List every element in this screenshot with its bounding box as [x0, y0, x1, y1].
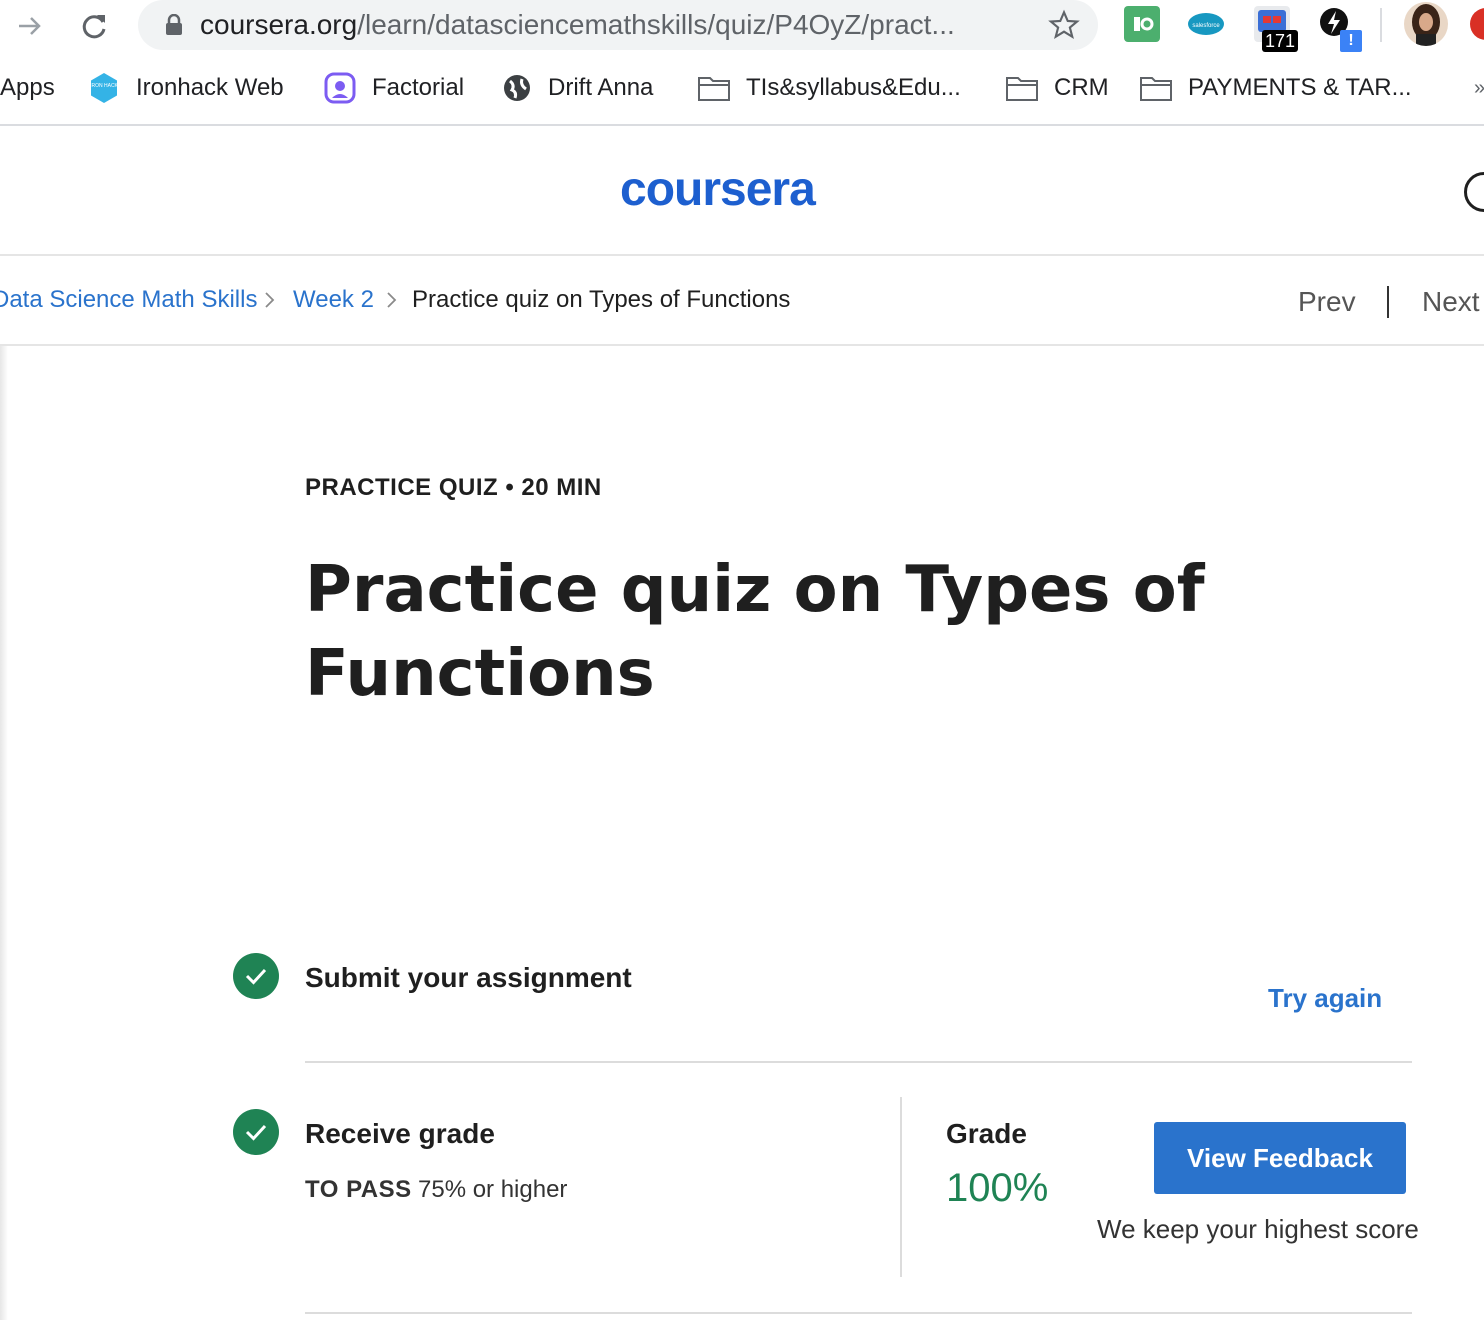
- bookmark-label: TIs&syllabus&Edu...: [746, 74, 961, 101]
- lock-icon: [164, 13, 184, 36]
- forward-icon[interactable]: [10, 6, 50, 46]
- folder-icon: [1140, 75, 1172, 101]
- pass-label: TO PASS: [305, 1176, 412, 1203]
- chevron-right-icon: [386, 290, 398, 316]
- bookmark-label: Drift Anna: [548, 74, 654, 101]
- url-text: coursera.org/learn/datasciencemathskills…: [200, 9, 955, 40]
- coursera-logo[interactable]: coursera: [620, 162, 816, 217]
- prev-next-divider: [1387, 286, 1389, 318]
- grade-divider: [900, 1097, 902, 1277]
- breadcrumb-current: Practice quiz on Types of Functions: [412, 286, 791, 313]
- bookmark-star-icon[interactable]: [1048, 9, 1080, 46]
- bookmark-ironhack-web[interactable]: IRON HACK Ironhack Web: [88, 62, 284, 114]
- pushbullet-extension-icon[interactable]: [1124, 6, 1160, 42]
- bookmarks-overflow-button[interactable]: »: [1474, 62, 1484, 114]
- grade-step-title: Receive grade: [305, 1118, 495, 1149]
- breadcrumb-divider: [0, 344, 1484, 346]
- bookmark-apps[interactable]: Apps: [0, 62, 55, 114]
- profile-avatar[interactable]: [1404, 2, 1448, 46]
- salesforce-extension-icon[interactable]: salesforce: [1186, 6, 1224, 42]
- bottom-divider: [305, 1312, 1412, 1314]
- ironhack-icon: IRON HACK: [88, 72, 120, 104]
- svg-text:IRON HACK: IRON HACK: [90, 83, 118, 89]
- submit-step-title: Submit your assignment: [305, 962, 632, 993]
- address-bar[interactable]: coursera.org/learn/datasciencemathskills…: [138, 0, 1098, 50]
- bookmark-label: Ironhack Web: [136, 74, 284, 101]
- next-button[interactable]: Next: [1422, 286, 1480, 318]
- grade-label: Grade: [946, 1118, 1027, 1149]
- highest-score-note: We keep your highest score: [1097, 1214, 1419, 1244]
- notification-count-badge: 171: [1262, 30, 1298, 52]
- try-again-link[interactable]: Try again: [1268, 983, 1382, 1014]
- checkmark-icon: [233, 953, 279, 999]
- breadcrumb-week[interactable]: Week 2: [293, 286, 374, 314]
- svg-text:salesforce: salesforce: [1192, 23, 1220, 29]
- factorial-icon: [324, 72, 356, 104]
- bookmark-label: PAYMENTS & TAR...: [1188, 74, 1412, 101]
- breadcrumb-course[interactable]: Data Science Math Skills: [0, 286, 257, 314]
- checkmark-icon: [233, 1109, 279, 1155]
- quiz-meta: PRACTICE QUIZ • 20 MIN: [305, 474, 602, 501]
- bookmark-folder-payments[interactable]: PAYMENTS & TAR...: [1140, 62, 1412, 114]
- bookmarks-bar: Apps IRON HACK Ironhack Web Factorial Dr…: [0, 62, 1484, 116]
- bookmark-label: Apps: [0, 74, 55, 101]
- bookmark-factorial[interactable]: Factorial: [324, 62, 464, 114]
- alert-badge: !: [1340, 30, 1362, 52]
- globe-icon: [502, 73, 532, 103]
- folder-icon: [698, 75, 730, 101]
- step-divider: [305, 1061, 1412, 1063]
- prev-button[interactable]: Prev: [1298, 286, 1356, 318]
- page-title: Practice quiz on Types of Functions: [305, 553, 1205, 711]
- grade-value: 100%: [946, 1166, 1049, 1210]
- bookmark-folder-crm[interactable]: CRM: [1006, 62, 1109, 114]
- chevron-right-icon: [264, 290, 276, 316]
- bookmark-label: CRM: [1054, 74, 1109, 101]
- reload-icon[interactable]: [74, 6, 114, 46]
- pass-threshold: 75% or higher: [418, 1176, 568, 1203]
- view-feedback-button[interactable]: View Feedback: [1154, 1122, 1406, 1194]
- bookmark-folder-tis[interactable]: TIs&syllabus&Edu...: [698, 62, 961, 114]
- toolbar-divider: [1380, 8, 1382, 42]
- bookmark-drift-anna[interactable]: Drift Anna: [502, 62, 653, 114]
- sidebar-edge: [0, 346, 8, 1320]
- folder-icon: [1006, 75, 1038, 101]
- bookmark-label: Factorial: [372, 74, 465, 101]
